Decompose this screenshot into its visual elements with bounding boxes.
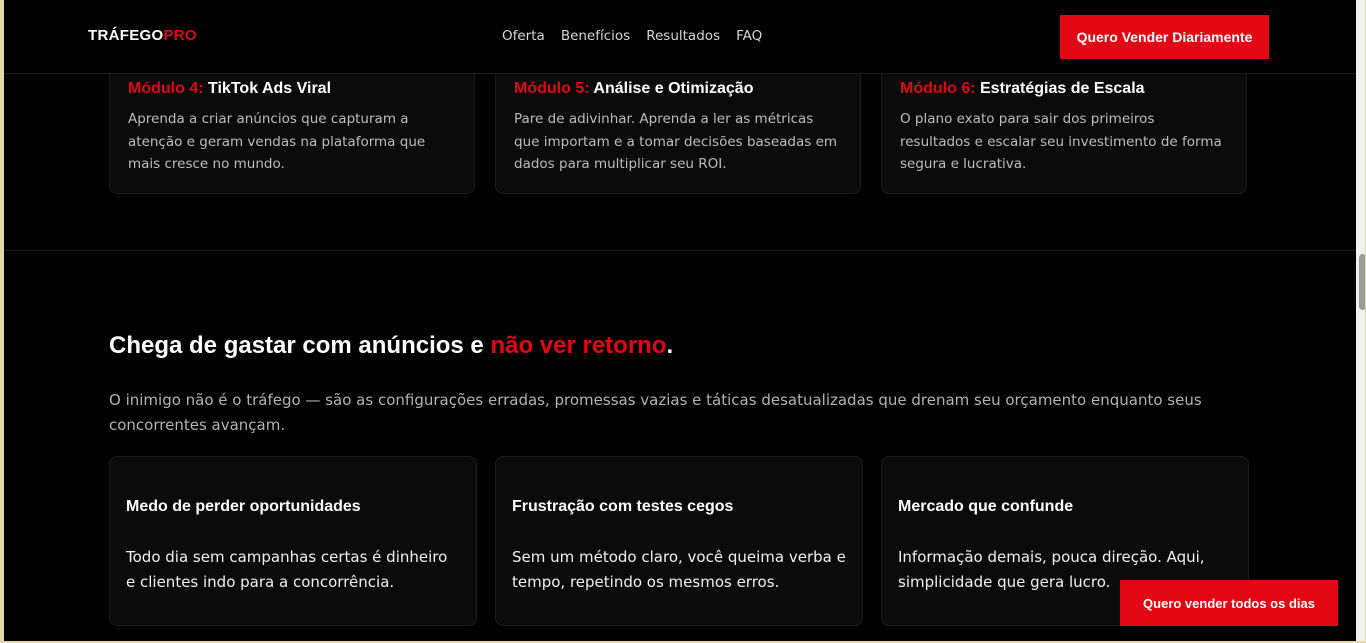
title-highlight: não ver retorno bbox=[490, 332, 667, 359]
pain-card-title: Medo de perder oportunidades bbox=[126, 498, 361, 515]
main-nav: Oferta Benefícios Resultados FAQ bbox=[502, 28, 762, 44]
module-description: Aprenda a criar anúncios que capturam a … bbox=[128, 111, 426, 172]
nav-link-beneficios[interactable]: Benefícios bbox=[561, 28, 630, 44]
pain-card-title: Frustração com testes cegos bbox=[512, 498, 734, 515]
nav-link-faq[interactable]: FAQ bbox=[736, 28, 762, 44]
module-description: O plano exato para sair dos primeiros re… bbox=[900, 111, 1222, 172]
nav-link-resultados[interactable]: Resultados bbox=[646, 28, 720, 44]
logo[interactable]: TRÁFEGOPRO bbox=[88, 27, 197, 44]
pain-card: Medo de perder oportunidades Todo dia se… bbox=[109, 456, 477, 626]
module-name: Estratégias de Escala bbox=[980, 80, 1145, 97]
module-tag: Módulo 6: bbox=[900, 80, 976, 97]
pain-card-title: Mercado que confunde bbox=[898, 498, 1074, 515]
header-cta-button[interactable]: Quero Vender Diariamente bbox=[1060, 15, 1269, 59]
module-tag: Módulo 4: bbox=[128, 80, 204, 97]
pain-card: Frustração com testes cegos Sem um métod… bbox=[495, 456, 863, 626]
module-name: TikTok Ads Viral bbox=[208, 80, 332, 97]
section-title: Chega de gastar com anúncios e não ver r… bbox=[109, 331, 673, 361]
module-name: Análise e Otimização bbox=[593, 80, 754, 97]
nav-link-oferta[interactable]: Oferta bbox=[502, 28, 545, 44]
module-title: Módulo 5: Análise e Otimização bbox=[514, 79, 842, 99]
title-start: Chega de gastar com anúncios e bbox=[109, 332, 491, 359]
scrollbar-thumb[interactable] bbox=[1359, 254, 1365, 310]
logo-accent-text: PRO bbox=[163, 27, 197, 44]
module-title: Módulo 6: Estratégias de Escala bbox=[900, 79, 1228, 99]
module-title: Módulo 4: TikTok Ads Viral bbox=[128, 79, 456, 99]
page: Módulo 4: TikTok Ads Viral Aprenda a cri… bbox=[0, 0, 1366, 643]
vertical-scrollbar[interactable] bbox=[1356, 0, 1365, 641]
pain-card-text: Todo dia sem campanhas certas é dinheiro… bbox=[126, 548, 448, 591]
pain-card-text: Sem um método claro, você queima verba e… bbox=[512, 548, 846, 591]
section-intro: O inimigo não é o tráfego — são as confi… bbox=[109, 391, 1202, 434]
module-tag: Módulo 5: bbox=[514, 80, 590, 97]
floating-cta-button[interactable]: Quero vender todos os dias bbox=[1120, 580, 1338, 626]
logo-text: TRÁFEGO bbox=[88, 27, 164, 44]
module-description: Pare de adivinhar. Aprenda a ler as métr… bbox=[514, 111, 838, 172]
title-end: . bbox=[666, 332, 674, 359]
site-header: TRÁFEGOPRO Oferta Benefícios Resultados … bbox=[4, 0, 1356, 74]
